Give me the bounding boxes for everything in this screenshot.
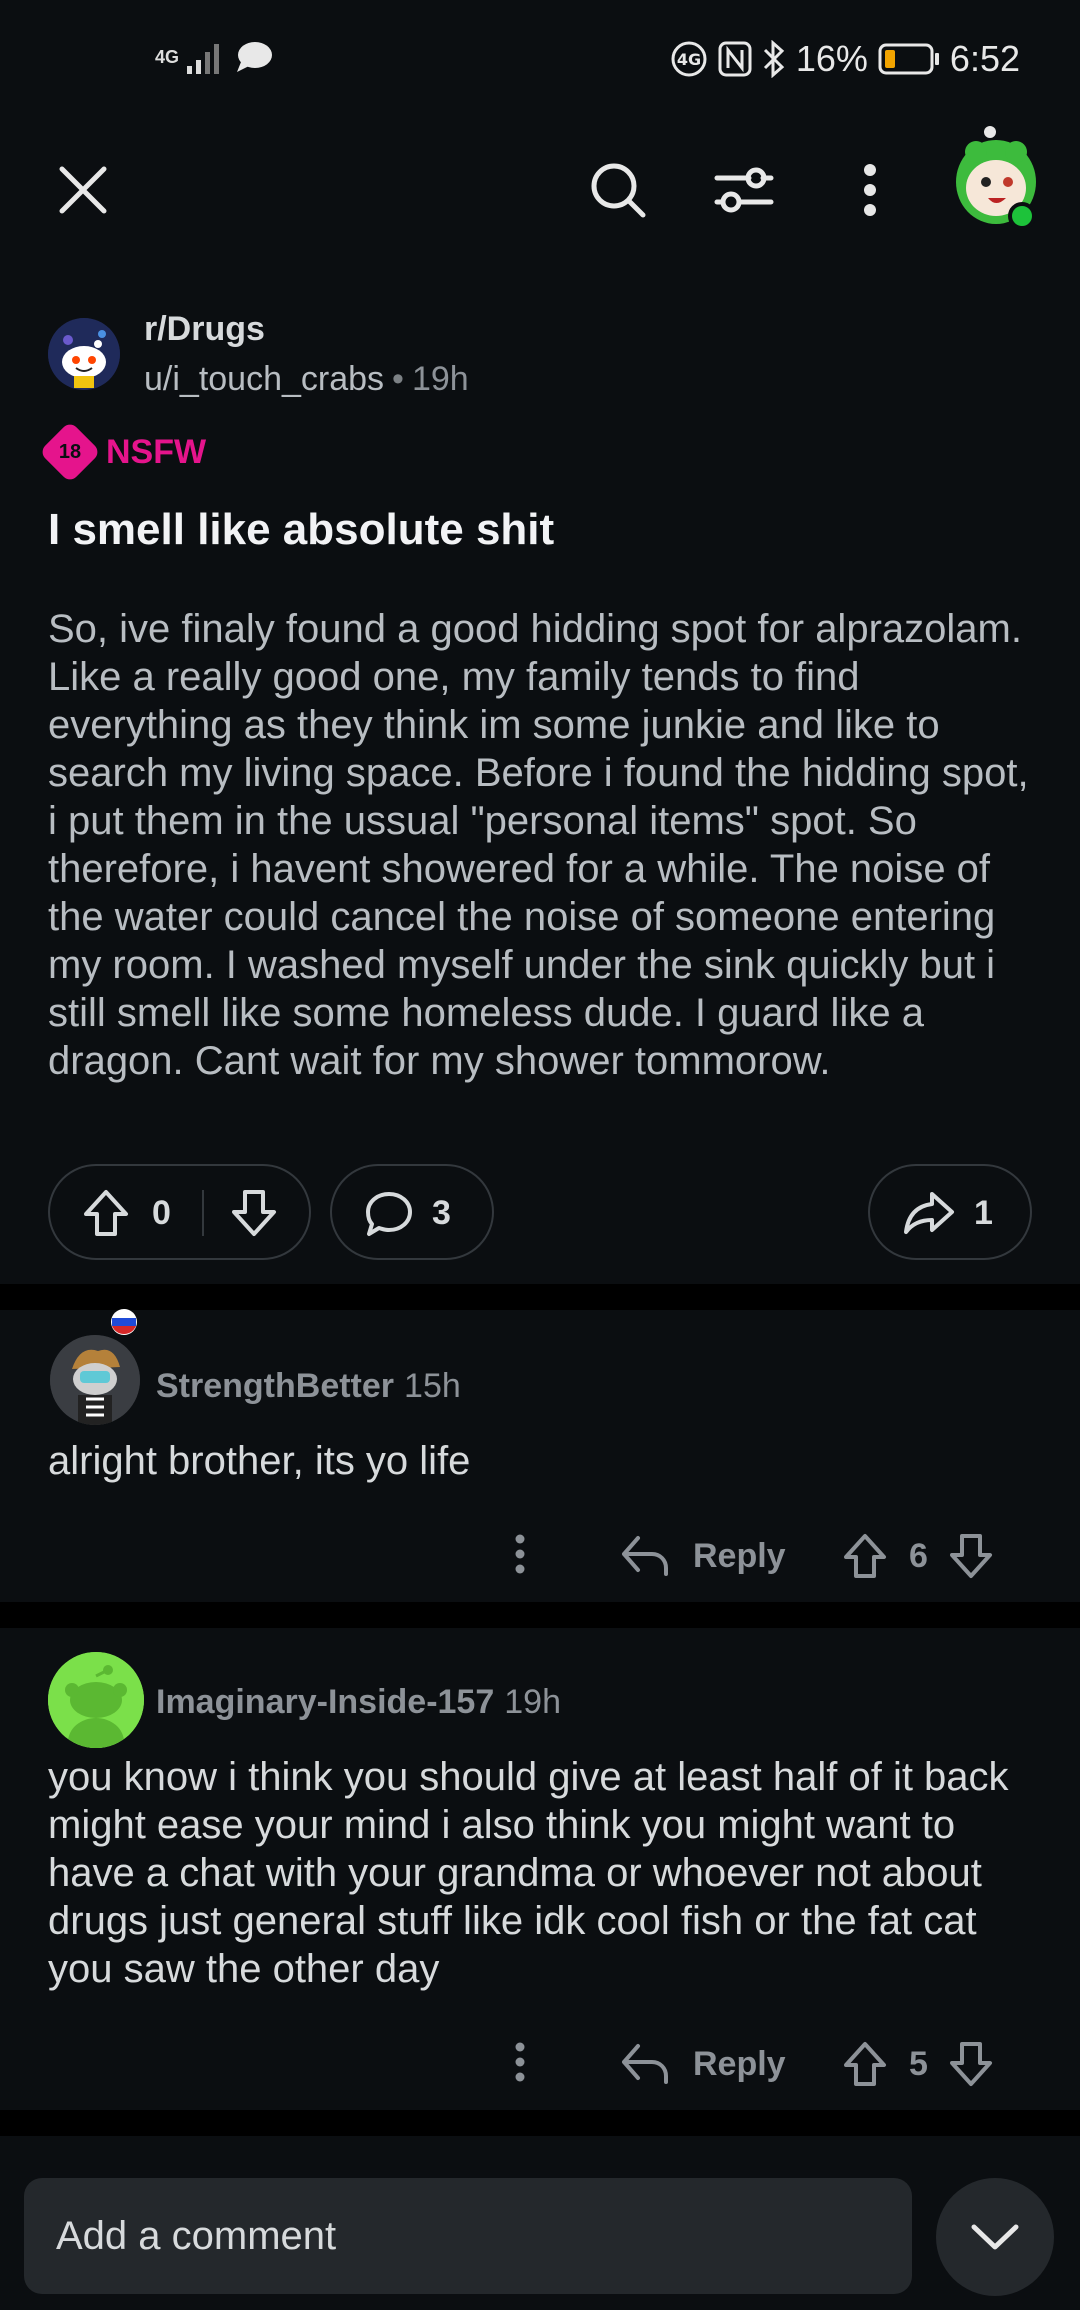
comment-age: 15h: [404, 1367, 461, 1405]
bluetooth-icon: [763, 40, 785, 78]
post-author[interactable]: u/i_touch_crabs: [144, 360, 384, 398]
post-body: So, ive finaly found a good hidding spot…: [48, 607, 1029, 1083]
close-icon: [59, 166, 107, 214]
more-vertical-icon: [515, 2042, 525, 2082]
search-button[interactable]: [578, 150, 658, 230]
comment-count: 3: [432, 1194, 451, 1232]
sort-icon: [714, 167, 774, 213]
comment-author[interactable]: Imaginary-Inside-157 19h: [156, 1683, 561, 1722]
comment-username[interactable]: Imaginary-Inside-157: [156, 1683, 494, 1721]
network-label: 4G: [155, 46, 180, 67]
reply-arrow-icon: [622, 2044, 668, 2084]
flag-badge-icon: [111, 1309, 137, 1335]
comment-bubble-icon: [366, 1192, 412, 1236]
data-saver-icon: 4G: [671, 41, 707, 77]
downvote-icon: [950, 2042, 992, 2086]
upvote-button[interactable]: [82, 1188, 130, 1238]
signal-icon: [187, 44, 220, 74]
post-meta: u/i_touch_crabs • 19h: [144, 360, 469, 399]
post-score: 0: [152, 1194, 171, 1232]
subreddit-avatar[interactable]: [48, 318, 120, 390]
upvote-icon: [84, 1190, 128, 1236]
more-vertical-icon: [515, 1534, 525, 1574]
add-comment-input[interactable]: Add a comment: [24, 2178, 912, 2294]
comment-more-button[interactable]: [514, 2042, 526, 2082]
user-avatar-icon: [50, 1335, 140, 1425]
meta-separator: •: [392, 360, 404, 398]
subreddit-name[interactable]: r/Drugs: [144, 310, 265, 349]
comments-button[interactable]: 3: [330, 1164, 494, 1260]
status-right: 4G 16% 6:52: [670, 38, 1020, 80]
comment-text: you know i think you should give at leas…: [48, 1755, 1009, 1991]
post-title: I smell like absolute shit: [48, 505, 555, 554]
downvote-icon: [232, 1190, 276, 1236]
default-snoo-avatar-icon: [48, 1652, 144, 1748]
comment-score: 5: [909, 2045, 928, 2083]
top-app-bar: [0, 120, 1080, 255]
share-button[interactable]: 1: [868, 1164, 1032, 1260]
svg-text:4G: 4G: [677, 50, 701, 69]
reply-arrow-icon: [622, 1536, 668, 1576]
upvote-icon: [844, 1534, 886, 1578]
downvote-button[interactable]: [230, 1188, 278, 1238]
profile-avatar-button[interactable]: [950, 122, 1042, 232]
share-count: 1: [974, 1194, 993, 1232]
nsfw-badge-icon: 18: [38, 420, 102, 484]
more-vertical-icon: [864, 164, 876, 216]
comment-downvote-button[interactable]: [948, 1532, 994, 1580]
status-bar: 4G 4G 16% 6:52: [0, 0, 1080, 120]
reply-label: Reply: [693, 1537, 786, 1575]
profile-avatar-icon: [956, 126, 1036, 230]
section-divider: [0, 1284, 1080, 1310]
comment-actions: Reply 6: [0, 1526, 1080, 1586]
nsfw-tag: 18 NSFW: [38, 420, 207, 484]
sort-button[interactable]: [704, 150, 784, 230]
battery-percent: 16%: [795, 38, 868, 79]
vote-control: 0: [48, 1164, 311, 1260]
nfc-icon: [718, 41, 752, 77]
battery-icon: [878, 43, 939, 75]
comment-actions: Reply 5: [0, 2034, 1080, 2094]
comment-age: 19h: [504, 1683, 561, 1721]
search-icon: [591, 163, 646, 218]
status-left: 4G: [155, 40, 273, 74]
comment-author[interactable]: StrengthBetter 15h: [156, 1367, 461, 1406]
share-arrow-icon: [904, 1192, 954, 1234]
message-icon: [237, 42, 273, 72]
nsfw-badge-text: 18: [58, 440, 82, 463]
upvote-icon: [844, 2042, 886, 2086]
comment-score: 6: [909, 1537, 928, 1575]
downvote-icon: [950, 1534, 992, 1578]
collapse-button[interactable]: [936, 2178, 1054, 2296]
comment-username[interactable]: StrengthBetter: [156, 1367, 394, 1405]
close-button[interactable]: [43, 150, 123, 230]
snoo-avatar-icon: [48, 318, 120, 390]
nsfw-label: NSFW: [106, 432, 207, 471]
comment-more-button[interactable]: [514, 1534, 526, 1574]
more-options-button[interactable]: [830, 150, 910, 230]
add-comment-placeholder: Add a comment: [56, 2213, 337, 2258]
section-divider: [0, 1602, 1080, 1628]
comment-text: alright brother, its yo life: [48, 1439, 471, 1483]
vote-divider: [202, 1190, 204, 1236]
comment-upvote-button[interactable]: [842, 1532, 888, 1580]
comment-downvote-button[interactable]: [948, 2040, 994, 2088]
chevron-down-icon: [971, 2224, 1019, 2250]
comment-avatar[interactable]: [48, 1652, 144, 1748]
comment-upvote-button[interactable]: [842, 2040, 888, 2088]
post-age: 19h: [411, 360, 469, 398]
clock: 6:52: [949, 38, 1020, 79]
section-divider: [0, 2110, 1080, 2136]
comment-avatar[interactable]: [50, 1335, 140, 1425]
reply-label: Reply: [693, 2045, 786, 2083]
